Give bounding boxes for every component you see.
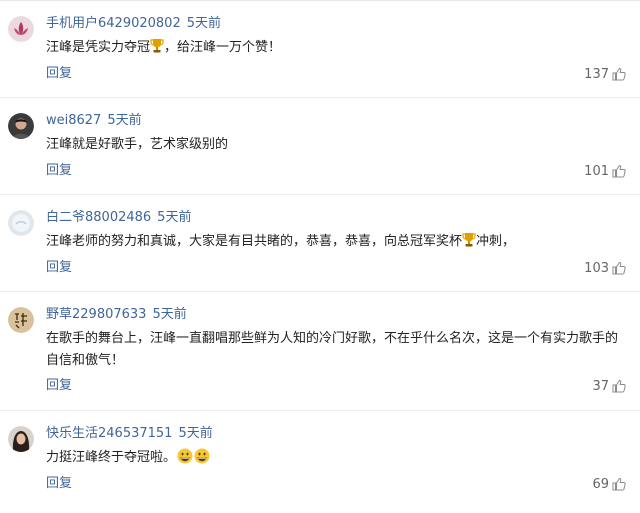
like-count: 137 xyxy=(584,66,609,82)
avatar[interactable] xyxy=(8,113,34,139)
thumbs-up-icon xyxy=(612,379,626,393)
comment-text-line: 自信和傲气！ xyxy=(46,353,125,368)
reply-button[interactable]: 回复 xyxy=(46,377,72,395)
timestamp: 5天前 xyxy=(107,113,142,128)
comment-text-part: 力挺汪峰终于夺冠啦。 xyxy=(46,450,177,465)
thumbs-up-icon xyxy=(612,164,626,178)
reply-button[interactable]: 回复 xyxy=(46,259,72,277)
like-button[interactable]: 103 xyxy=(584,259,626,277)
grinning-face-emoji-icon xyxy=(177,448,193,464)
thumbs-up-icon xyxy=(612,477,626,491)
grinning-face-emoji-icon xyxy=(194,448,210,464)
timestamp: 5天前 xyxy=(186,16,221,31)
comment-text-part: 汪峰是凭实力夺冠 xyxy=(46,40,151,55)
comment-text-part: 汪峰老师的努力和真诚，大家是有目共睹的，恭喜，恭喜，向总冠军奖杯 xyxy=(46,234,463,249)
comment-text: 汪峰老师的努力和真诚，大家是有目共睹的，恭喜，恭喜，向总冠军奖杯 冲刺， xyxy=(46,231,626,253)
username[interactable]: 快乐生活246537151 xyxy=(46,426,172,441)
comment-text: 力挺汪峰终于夺冠啦。 xyxy=(46,447,626,469)
comment-meta: wei8627 5天前 xyxy=(46,112,142,130)
username[interactable]: 手机用户6429020802 xyxy=(46,16,181,31)
person-photo-avatar-icon xyxy=(8,113,34,139)
comment-item: wei8627 5天前 汪峰就是好歌手，艺术家级别的 回复 101 xyxy=(0,97,640,194)
comment-text: 汪峰是凭实力夺冠 ，给汪峰一万个赞！ xyxy=(46,37,626,59)
comment-item: 野草229807633 5天前 在歌手的舞台上，汪峰一直翻唱那些鲜为人知的冷门好歌… xyxy=(0,291,640,410)
like-button[interactable]: 101 xyxy=(584,162,626,180)
like-count: 103 xyxy=(584,260,609,276)
username[interactable]: 白二爷88002486 xyxy=(46,210,151,225)
like-button[interactable]: 37 xyxy=(592,377,626,395)
username[interactable]: 野草229807633 xyxy=(46,307,146,322)
reply-button[interactable]: 回复 xyxy=(46,475,72,493)
comment-text: 汪峰就是好歌手，艺术家级别的 xyxy=(46,137,229,152)
avatar[interactable] xyxy=(8,307,34,333)
comment-item: 快乐生活246537151 5天前 力挺汪峰终于夺冠啦。 回复 69 xyxy=(0,410,640,513)
avatar[interactable] xyxy=(8,426,34,452)
like-count: 69 xyxy=(592,476,609,492)
like-count: 101 xyxy=(584,163,609,179)
like-button[interactable]: 69 xyxy=(592,475,626,493)
timestamp: 5天前 xyxy=(178,426,213,441)
comment-meta: 快乐生活246537151 5天前 xyxy=(46,425,213,443)
avatar[interactable] xyxy=(8,210,34,236)
thumbs-up-icon xyxy=(612,261,626,275)
avatar[interactable] xyxy=(8,16,34,42)
comment-item: 手机用户6429020802 5天前 汪峰是凭实力夺冠 ，给汪峰一万个赞！ 回复 … xyxy=(0,0,640,97)
comment-item: 白二爷88002486 5天前 汪峰老师的努力和真诚，大家是有目共睹的，恭喜，恭喜… xyxy=(0,194,640,291)
comment-text-part: ，给汪峰一万个赞！ xyxy=(164,40,282,55)
calligraphy-avatar-icon xyxy=(8,307,34,333)
comment-meta: 野草229807633 5天前 xyxy=(46,306,187,324)
lotus-avatar-icon xyxy=(8,16,34,42)
comment-meta: 白二爷88002486 5天前 xyxy=(46,209,191,227)
thumbs-up-icon xyxy=(612,67,626,81)
like-button[interactable]: 137 xyxy=(584,65,626,83)
username[interactable]: wei8627 xyxy=(46,113,101,128)
timestamp: 5天前 xyxy=(157,210,192,225)
comment-meta: 手机用户6429020802 5天前 xyxy=(46,15,221,33)
like-count: 37 xyxy=(592,378,609,394)
trophy-emoji-icon xyxy=(462,233,476,247)
pale-circle-avatar-icon xyxy=(8,210,34,236)
timestamp: 5天前 xyxy=(152,307,187,322)
comment-text-part: 冲刺， xyxy=(476,234,516,249)
reply-button[interactable]: 回复 xyxy=(46,162,72,180)
reply-button[interactable]: 回复 xyxy=(46,65,72,83)
woman-photo-avatar-icon xyxy=(8,426,34,452)
comment-text-line: 在歌手的舞台上，汪峰一直翻唱那些鲜为人知的冷门好歌，不在乎什么名次，这是一个有实… xyxy=(46,331,619,346)
trophy-emoji-icon xyxy=(150,39,164,53)
